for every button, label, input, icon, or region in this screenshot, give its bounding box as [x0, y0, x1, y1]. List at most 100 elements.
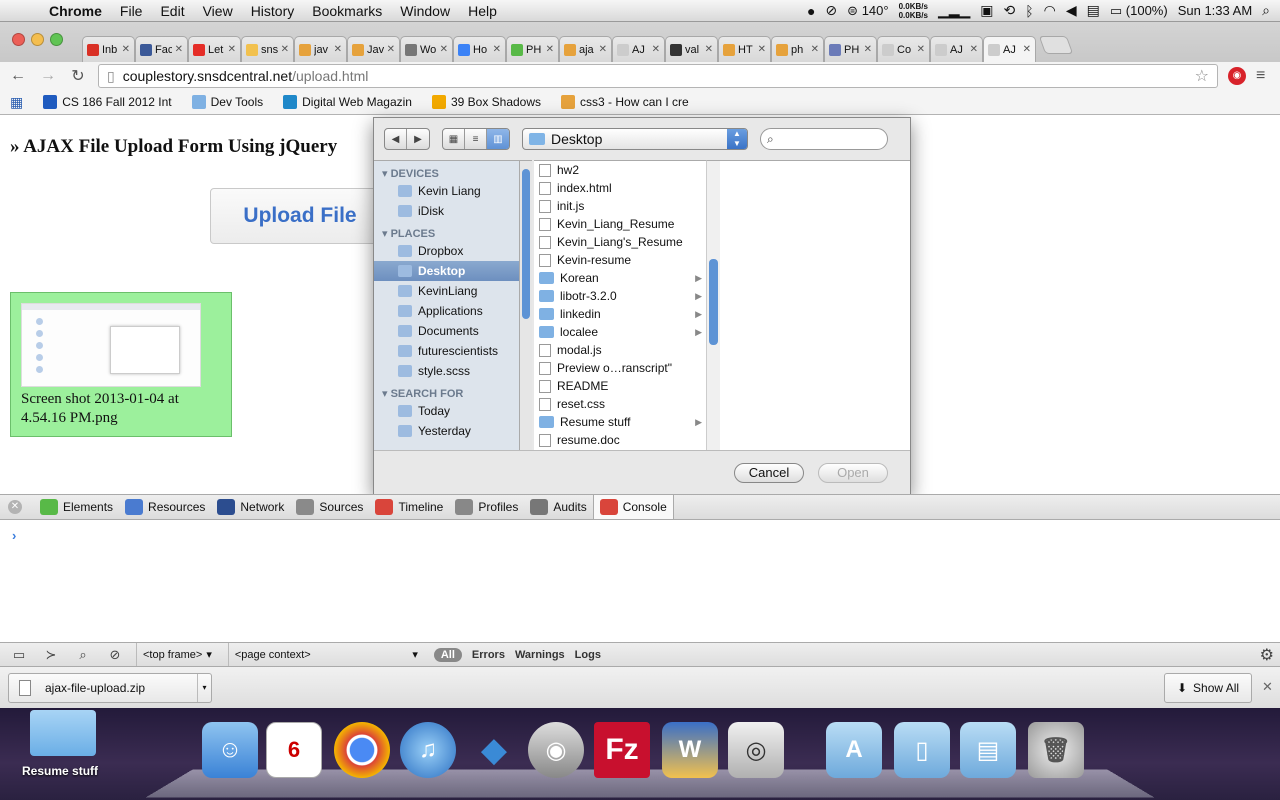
menu-bookmarks[interactable]: Bookmarks — [303, 3, 391, 19]
clear-console-icon[interactable]: ⊘ — [104, 647, 126, 663]
sidebar-item[interactable]: Desktop — [374, 261, 519, 281]
list-view-icon[interactable]: ≡ — [465, 129, 487, 149]
folder-item[interactable]: libotr-3.2.0 ▶ — [534, 287, 706, 305]
tab-close-icon[interactable]: ✕ — [546, 44, 554, 55]
sidebar-scrollbar[interactable] — [520, 160, 532, 450]
downloads-folder-icon[interactable]: ▤ — [960, 722, 1016, 778]
devtools-tab[interactable]: Resources — [119, 495, 211, 519]
file-item[interactable]: resume.doc — [534, 431, 706, 449]
chrome-icon[interactable] — [334, 722, 390, 778]
finder-icon[interactable]: ☺ — [202, 722, 258, 778]
sidebar-section-header[interactable]: ▾ PLACES — [374, 221, 519, 241]
sidebar-section-header[interactable]: ▾ DEVICES — [374, 161, 519, 181]
menu-app-name[interactable]: Chrome — [40, 3, 111, 19]
cancel-button[interactable]: Cancel — [734, 463, 804, 483]
file-item[interactable]: modal.js — [534, 341, 706, 359]
menu-history[interactable]: History — [242, 3, 304, 19]
back-arrow-icon[interactable]: ← — [8, 67, 28, 85]
bookmark-item[interactable]: Digital Web Magazin — [283, 95, 412, 109]
sidebar-item[interactable]: Applications — [374, 301, 519, 321]
sidebar-item[interactable]: Documents — [374, 321, 519, 341]
devtools-close-icon[interactable]: ✕ — [8, 500, 22, 514]
devtools-tab[interactable]: Timeline — [369, 495, 449, 519]
column-view-icon[interactable]: ▥ — [487, 129, 509, 149]
tab-close-icon[interactable]: ✕ — [811, 44, 819, 55]
devtools-tab[interactable]: Sources — [290, 495, 369, 519]
folder-item[interactable]: linkedin ▶ — [534, 305, 706, 323]
close-window-button[interactable] — [12, 33, 25, 46]
facetime-icon[interactable]: ◉ — [528, 722, 584, 778]
menu-edit[interactable]: Edit — [151, 3, 193, 19]
adium-icon[interactable]: ◆ — [466, 722, 522, 778]
file-item[interactable]: index.html — [534, 179, 706, 197]
documents-folder-icon[interactable]: ▯ — [894, 722, 950, 778]
calendar-icon[interactable]: 6 — [266, 722, 322, 778]
show-drawer-icon[interactable]: ≻ — [40, 647, 62, 663]
sidebar-section-header[interactable]: ▾ SEARCH FOR — [374, 381, 519, 401]
sidebar-item[interactable]: Yesterday — [374, 421, 519, 441]
minimize-window-button[interactable] — [31, 33, 44, 46]
address-bar[interactable]: ▯ couplestory.snsdcentral.net/upload.htm… — [98, 64, 1218, 88]
clock[interactable]: Sun 1:33 AM — [1178, 3, 1252, 18]
new-tab-button[interactable] — [1038, 36, 1074, 54]
textwrangler-icon[interactable]: W — [662, 722, 718, 778]
browser-tab[interactable]: HT ✕ — [718, 36, 771, 62]
preview-icon[interactable]: ◎ — [728, 722, 784, 778]
bookmark-star-icon[interactable]: ☆ — [1195, 66, 1209, 86]
menu-help[interactable]: Help — [459, 3, 506, 19]
browser-tab[interactable]: val ✕ — [665, 36, 718, 62]
tab-close-icon[interactable]: ✕ — [281, 44, 289, 55]
browser-tab[interactable]: aja ✕ — [559, 36, 612, 62]
dialog-search-input[interactable]: ⌕ — [760, 128, 888, 150]
spotlight-search-icon[interactable]: ⌕ — [1262, 2, 1270, 19]
browser-tab[interactable]: Let ✕ — [188, 36, 241, 62]
browser-tab[interactable]: Inb ✕ — [82, 36, 135, 62]
devtools-tab[interactable]: Profiles — [449, 495, 524, 519]
browser-tab[interactable]: AJ ✕ — [930, 36, 983, 62]
battery-readout[interactable]: ▭ (100%) — [1110, 3, 1168, 19]
file-column-scrollbar[interactable] — [706, 160, 720, 450]
tab-close-icon[interactable]: ✕ — [387, 44, 395, 55]
wifi-icon[interactable]: ◠ — [1044, 2, 1056, 19]
context-select[interactable]: <page context> ▾ — [227, 642, 424, 667]
chevron-down-icon[interactable]: ▾ — [197, 674, 211, 702]
tab-close-icon[interactable]: ✕ — [970, 44, 978, 55]
desktop-folder-icon[interactable] — [30, 710, 96, 756]
file-item[interactable]: Preview o…ranscript" — [534, 359, 706, 377]
folder-item[interactable]: Resume stuff ▶ — [534, 413, 706, 431]
filter-logs[interactable]: Logs — [575, 649, 601, 661]
adblock-icon[interactable]: ◉ — [1228, 67, 1246, 85]
folder-item[interactable]: localee ▶ — [534, 323, 706, 341]
settings-gear-icon[interactable]: ⚙ — [1260, 645, 1274, 665]
disclosure-triangle-icon[interactable]: ▾ — [382, 388, 388, 400]
back-icon[interactable]: ◀ — [385, 129, 407, 149]
tab-close-icon[interactable]: ✕ — [334, 44, 342, 55]
menu-file[interactable]: File — [111, 3, 152, 19]
sidebar-item[interactable]: Today — [374, 401, 519, 421]
bookmark-item[interactable]: Dev Tools — [191, 95, 263, 109]
reload-icon[interactable]: ↻ — [68, 66, 88, 86]
tab-close-icon[interactable]: ✕ — [175, 44, 183, 55]
filter-errors[interactable]: Errors — [472, 649, 505, 661]
chrome-menu-icon[interactable]: ≡ — [1256, 67, 1265, 85]
display-icon[interactable]: ▣ — [980, 2, 993, 19]
browser-tab[interactable]: ph ✕ — [771, 36, 824, 62]
menu-window[interactable]: Window — [391, 3, 459, 19]
sidebar-item[interactable]: KevinLiang — [374, 281, 519, 301]
monitor-icon[interactable]: ● — [807, 3, 815, 19]
browser-tab[interactable]: Co ✕ — [877, 36, 930, 62]
activity-graph-icon[interactable]: ▁▂▁ — [938, 2, 970, 19]
tab-close-icon[interactable]: ✕ — [493, 44, 501, 55]
file-item[interactable]: Kevin-resume — [534, 251, 706, 269]
bookmark-item[interactable]: 39 Box Shadows — [431, 95, 541, 109]
open-button[interactable]: Open — [818, 463, 888, 483]
tab-close-icon[interactable]: ✕ — [122, 44, 130, 55]
forward-arrow-icon[interactable]: → — [38, 67, 58, 85]
do-not-disturb-icon[interactable]: ⊘ — [825, 2, 837, 19]
dock-toggle-icon[interactable]: ▭ — [8, 647, 30, 663]
file-item[interactable]: Kevin_Liang's_Resume — [534, 233, 706, 251]
filter-warnings[interactable]: Warnings — [515, 649, 565, 661]
browser-tab[interactable]: Fac ✕ — [135, 36, 188, 62]
browser-tab[interactable]: AJ ✕ — [612, 36, 665, 62]
bluetooth-icon[interactable]: ᛒ — [1025, 3, 1033, 19]
